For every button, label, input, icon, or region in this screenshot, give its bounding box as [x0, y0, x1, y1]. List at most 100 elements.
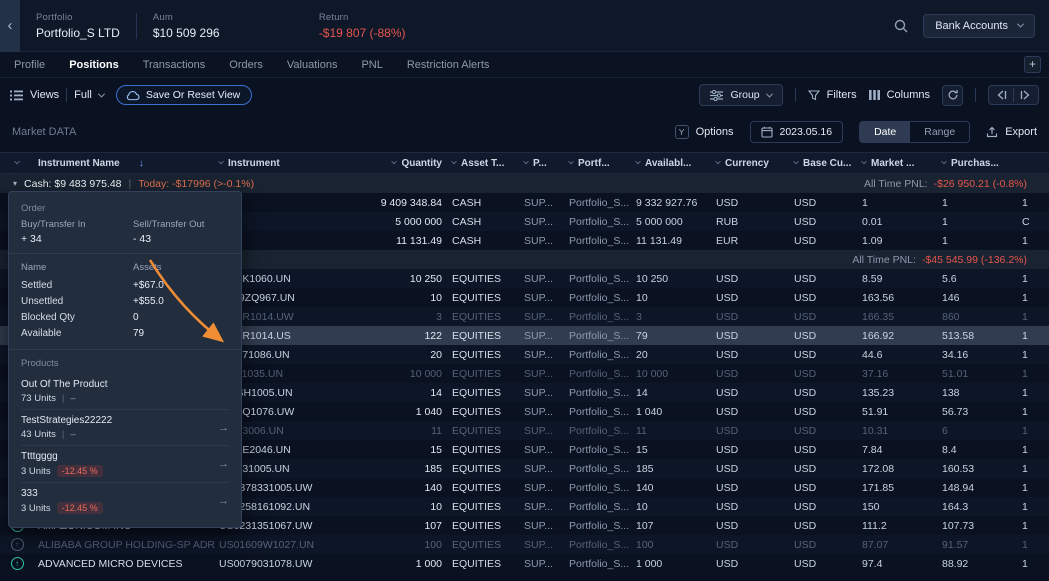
cell-asset: EQUITIES [448, 288, 520, 307]
column-label: Currency [725, 158, 769, 169]
cell-market: 166.35 [858, 307, 938, 326]
column-header-currency[interactable]: Currency [712, 153, 790, 173]
drill-in-arrow-icon[interactable]: → [218, 458, 229, 470]
portfolio-selector[interactable]: Portfolio Portfolio_S LTD [36, 12, 120, 40]
panel-nav [988, 85, 1039, 105]
cell-p: SUP... [520, 478, 565, 497]
buy-transfer-value: + 34 [21, 233, 133, 245]
cell-base: USD [790, 478, 858, 497]
sell-transfer-block: Sell/Transfer Out - 43 [133, 219, 229, 245]
long-position-icon: ↑ [11, 557, 24, 570]
options-shortcut-icon: Y [675, 125, 689, 139]
cell-market: 166.92 [858, 326, 938, 345]
tab-positions[interactable]: Positions [69, 59, 119, 71]
up-arrow-icon: ↑ [15, 560, 19, 568]
group-button[interactable]: Group [699, 84, 782, 106]
export-button[interactable]: Export [986, 126, 1037, 138]
cell-extra: 1 [1018, 440, 1049, 459]
column-header-p[interactable]: P... [520, 153, 565, 173]
save-or-reset-view-button[interactable]: Save Or Reset View [116, 85, 252, 105]
cell-available: 140 [632, 478, 712, 497]
cell-portf: Portfolio_S... [565, 478, 632, 497]
cell-p: SUP... [520, 364, 565, 383]
product-meta: 3 Units-12.45 % [21, 465, 212, 477]
export-label: Export [1005, 126, 1037, 138]
cell-quantity: 107 [362, 516, 448, 535]
filters-label: Filters [827, 89, 857, 101]
cell-currency: USD [712, 307, 790, 326]
range-toggle-button[interactable]: Range [910, 122, 969, 142]
options-button[interactable]: Y Options [675, 125, 734, 139]
product-item[interactable]: 3333 Units-12.45 %→ [21, 482, 229, 519]
column-header-asset-t[interactable]: Asset T... [448, 153, 520, 173]
cell-quantity: 10 [362, 497, 448, 516]
tab-restriction-alerts[interactable]: Restriction Alerts [407, 59, 490, 71]
date-toggle-button[interactable]: Date [860, 122, 910, 142]
cell-currency: RUB [712, 212, 790, 231]
column-header-instrument[interactable]: Instrument [215, 153, 362, 173]
cell-asset: EQUITIES [448, 516, 520, 535]
column-header-purchas[interactable]: Purchas... [938, 153, 1018, 173]
cell-purchase: 1 [938, 231, 1018, 250]
cell-currency: USD [712, 554, 790, 573]
cell-available: 5 000 000 [632, 212, 712, 231]
options-label: Options [696, 126, 734, 138]
tab-valuations[interactable]: Valuations [287, 59, 338, 71]
tab-transactions[interactable]: Transactions [143, 59, 206, 71]
column-header-availabl[interactable]: Availabl... [632, 153, 712, 173]
expand-right-button[interactable] [1014, 86, 1038, 104]
cell-purchase: 51.01 [938, 364, 1018, 383]
asset-label: Unsettled [21, 296, 133, 307]
long-position-icon: ↑ [11, 538, 24, 551]
columns-button[interactable]: Columns [869, 89, 930, 101]
column-header-portf[interactable]: Portf... [565, 153, 632, 173]
tab-pnl[interactable]: PNL [361, 59, 382, 71]
chevron-down-icon [861, 159, 867, 165]
tab-bar: Profile Positions Transactions Orders Valuat… [0, 52, 1049, 78]
collapse-left-button[interactable] [989, 86, 1013, 104]
column-menu-cell[interactable] [0, 153, 34, 173]
sort-desc-icon[interactable]: ↓ [139, 158, 144, 169]
cell-market: 135.23 [858, 383, 938, 402]
cell-p: SUP... [520, 193, 565, 212]
column-header-quantity[interactable]: Quantity [362, 153, 448, 173]
add-tab-button[interactable]: + [1024, 56, 1041, 73]
cell-extra: 1 [1018, 402, 1049, 421]
tab-profile[interactable]: Profile [14, 59, 45, 71]
chevron-down-icon [218, 159, 224, 165]
cell-base: USD [790, 554, 858, 573]
bank-accounts-button[interactable]: Bank Accounts [923, 14, 1035, 38]
table-row[interactable]: ↑ALIBABA GROUP HOLDING-SP ADRUS01609W102… [0, 535, 1049, 554]
search-icon[interactable] [893, 18, 909, 34]
product-item[interactable]: Ttttgggg3 Units-12.45 %→ [21, 445, 229, 482]
cell-purchase: 160.53 [938, 459, 1018, 478]
product-name: TestStrategies22222 [21, 415, 212, 426]
export-icon [986, 126, 998, 138]
tab-orders[interactable]: Orders [229, 59, 263, 71]
refresh-button[interactable] [942, 85, 963, 106]
product-item[interactable]: Out Of The Product73 Units|– [21, 374, 229, 409]
filters-button[interactable]: Filters [808, 89, 857, 101]
product-item[interactable]: TestStrategies2222243 Units|–→ [21, 409, 229, 445]
column-header-instrument-name[interactable]: Instrument Name↓ [34, 153, 215, 173]
cell-portf: Portfolio_S... [565, 497, 632, 516]
back-button[interactable]: ‹ [0, 0, 20, 52]
column-header-market[interactable]: Market ... [858, 153, 938, 173]
cell-quantity: 5 000 000 [362, 212, 448, 231]
cell-instrument: US0079031078.UW [215, 554, 362, 573]
date-picker[interactable]: 2023.05.16 [750, 121, 844, 143]
expand-triangle-icon[interactable]: ▾ [13, 179, 17, 188]
table-header: Instrument Name↓InstrumentQuantityAsset … [0, 152, 1049, 174]
cell-market: 1 [858, 193, 938, 212]
cell-base: USD [790, 345, 858, 364]
cell-available: 11 [632, 421, 712, 440]
drill-in-arrow-icon[interactable]: → [218, 495, 229, 507]
column-header-base-cu[interactable]: Base Cu... [790, 153, 858, 173]
drill-in-arrow-icon[interactable]: → [218, 422, 229, 434]
cell-market: 44.6 [858, 345, 938, 364]
table-row[interactable]: ↑ADVANCED MICRO DEVICESUS0079031078.UW1 … [0, 554, 1049, 573]
views-selector[interactable]: Views Full [10, 88, 104, 102]
cell-available: 79 [632, 326, 712, 345]
section-title: Market DATA [12, 126, 76, 138]
date-value: 2023.05.16 [780, 126, 833, 138]
